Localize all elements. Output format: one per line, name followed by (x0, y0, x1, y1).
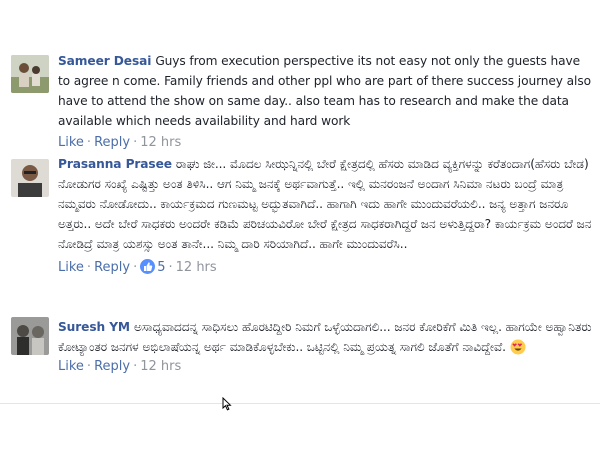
reply-button[interactable]: Reply (94, 359, 130, 374)
comment-author[interactable]: Sameer Desai (58, 54, 151, 68)
timestamp[interactable]: 12 hrs (176, 260, 217, 275)
timestamp[interactable]: 12 hrs (140, 359, 181, 374)
like-button[interactable]: Like (58, 260, 84, 275)
heart-eyes-emoji-icon (510, 339, 526, 355)
timestamp[interactable]: 12 hrs (140, 135, 181, 150)
comment-actions: Like · Reply · 5 · 12 hrs (58, 259, 217, 275)
reply-button[interactable]: Reply (94, 260, 130, 275)
mouse-cursor-icon (222, 396, 232, 415)
comment-actions: Like · Reply · 12 hrs (58, 359, 182, 374)
avatar[interactable] (11, 317, 49, 355)
bottom-blank-area (0, 403, 600, 451)
thumbs-up-icon[interactable] (140, 259, 156, 274)
avatar[interactable] (11, 159, 49, 197)
top-blank-area (0, 0, 600, 38)
reply-button[interactable]: Reply (94, 135, 130, 150)
comment-author[interactable]: Prasanna Prasee (58, 157, 172, 171)
comment-text: Suresh YM ಅಸಾಧ್ಯವಾದದನ್ನ ಸಾಧಿಸಲು ಹೊರಟಿದ್ದೀ… (58, 317, 593, 357)
comment-text: Prasanna Prasee ರಾಘು ಜೀ... ಮೊದಲ ಸೀಝನ್ನಿನಲ… (58, 154, 593, 254)
comment-actions: Like · Reply · 12 hrs (58, 135, 182, 150)
comment-text: Sameer Desai Guys from execution perspect… (58, 51, 593, 131)
like-button[interactable]: Like (58, 135, 84, 150)
comment-body: ರಾಘು ಜೀ... ಮೊದಲ ಸೀಝನ್ನಿನಲ್ಲಿ ಬೇರೆ ಕ್ಷೇತ್… (58, 157, 592, 251)
like-button[interactable]: Like (58, 359, 84, 374)
comment-author[interactable]: Suresh YM (58, 320, 130, 334)
avatar[interactable] (11, 55, 49, 93)
reaction-count[interactable]: 5 (157, 260, 165, 275)
